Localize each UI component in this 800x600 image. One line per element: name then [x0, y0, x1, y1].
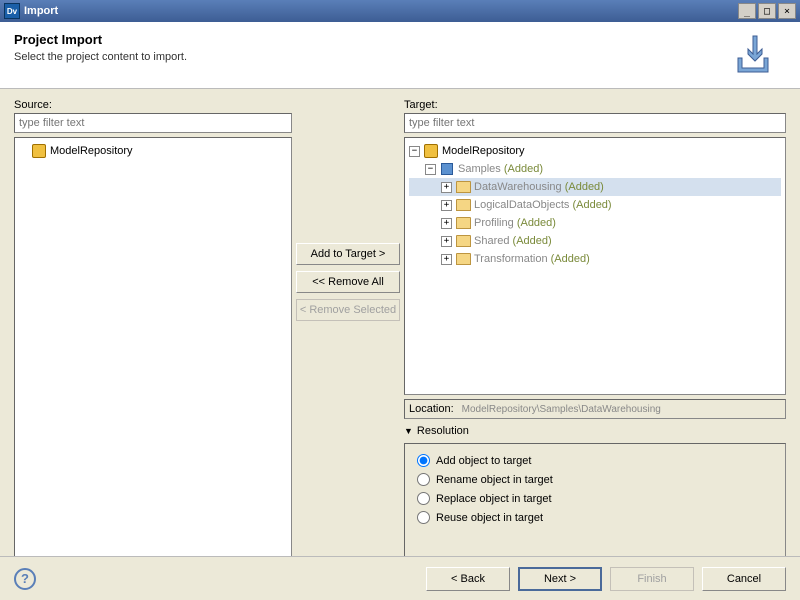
repository-icon: [423, 144, 439, 158]
folder-label: Profiling: [474, 217, 514, 229]
target-samples-node[interactable]: − Samples (Added): [409, 160, 781, 178]
target-panel: Target: − ModelRepository − Samples (Add…: [404, 99, 786, 561]
finish-button: Finish: [610, 567, 694, 591]
added-badge: (Added): [513, 235, 552, 247]
collapse-icon[interactable]: −: [425, 164, 436, 175]
samples-label: Samples: [458, 163, 501, 175]
radio-rename[interactable]: [417, 473, 430, 486]
import-icon: [734, 32, 776, 74]
folder-icon: [455, 198, 471, 212]
help-button[interactable]: ?: [14, 568, 36, 590]
samples-icon: [439, 162, 455, 176]
back-button[interactable]: < Back: [426, 567, 510, 591]
wizard-footer: ? < Back Next > Finish Cancel: [0, 556, 800, 600]
resolution-label: Resolution: [417, 425, 469, 437]
remove-selected-button: < Remove Selected: [296, 299, 400, 321]
expand-icon[interactable]: +: [441, 254, 452, 265]
target-root-label: ModelRepository: [442, 145, 525, 157]
folder-label: Shared: [474, 235, 509, 247]
expand-icon[interactable]: +: [441, 218, 452, 229]
target-folder-node[interactable]: + Transformation (Added): [409, 250, 781, 268]
minimize-button[interactable]: _: [738, 3, 756, 19]
folder-icon: [455, 216, 471, 230]
folder-icon: [455, 252, 471, 266]
transfer-buttons: Add to Target > << Remove All < Remove S…: [292, 99, 404, 561]
cancel-button[interactable]: Cancel: [702, 567, 786, 591]
remove-all-button[interactable]: << Remove All: [296, 271, 400, 293]
chevron-down-icon: ▼: [404, 426, 413, 436]
resolution-option-replace[interactable]: Replace object in target: [417, 492, 773, 505]
added-badge: (Added): [551, 253, 590, 265]
target-folder-node[interactable]: + Shared (Added): [409, 232, 781, 250]
resolution-option-reuse[interactable]: Reuse object in target: [417, 511, 773, 524]
folder-label: LogicalDataObjects: [474, 199, 569, 211]
target-folder-node[interactable]: + Profiling (Added): [409, 214, 781, 232]
page-title: Project Import: [14, 32, 734, 47]
add-to-target-button[interactable]: Add to Target >: [296, 243, 400, 265]
added-badge: (Added): [517, 217, 556, 229]
radio-reuse-label: Reuse object in target: [436, 512, 543, 524]
radio-replace-label: Replace object in target: [436, 493, 552, 505]
expand-icon[interactable]: +: [441, 236, 452, 247]
resolution-option-add[interactable]: Add object to target: [417, 454, 773, 467]
main-content: Source: ModelRepository Add to Target > …: [0, 89, 800, 561]
location-bar: Location: ModelRepository\Samples\DataWa…: [404, 399, 786, 419]
source-root-label: ModelRepository: [50, 145, 133, 157]
target-tree[interactable]: − ModelRepository − Samples (Added) + Dat…: [404, 137, 786, 395]
next-button[interactable]: Next >: [518, 567, 602, 591]
resolution-panel: Add object to target Rename object in ta…: [404, 443, 786, 561]
target-label: Target:: [404, 99, 786, 111]
folder-label: Transformation: [474, 253, 548, 265]
radio-add[interactable]: [417, 454, 430, 467]
repository-icon: [31, 144, 47, 158]
target-tree-root[interactable]: − ModelRepository: [409, 142, 781, 160]
target-folder-node[interactable]: + DataWarehousing (Added): [409, 178, 781, 196]
expand-icon[interactable]: +: [441, 182, 452, 193]
radio-add-label: Add object to target: [436, 455, 531, 467]
source-tree[interactable]: ModelRepository: [14, 137, 292, 561]
folder-icon: [455, 180, 471, 194]
wizard-header: Project Import Select the project conten…: [0, 22, 800, 89]
added-badge: (Added): [565, 181, 604, 193]
app-icon: Dv: [4, 3, 20, 19]
page-subtitle: Select the project content to import.: [14, 51, 734, 63]
source-label: Source:: [14, 99, 292, 111]
titlebar: Dv Import _ □ ×: [0, 0, 800, 22]
radio-replace[interactable]: [417, 492, 430, 505]
radio-reuse[interactable]: [417, 511, 430, 524]
target-folder-node[interactable]: + LogicalDataObjects (Added): [409, 196, 781, 214]
resolution-option-rename[interactable]: Rename object in target: [417, 473, 773, 486]
folder-icon: [455, 234, 471, 248]
maximize-button[interactable]: □: [758, 3, 776, 19]
radio-rename-label: Rename object in target: [436, 474, 553, 486]
source-tree-root[interactable]: ModelRepository: [19, 142, 287, 160]
added-badge: (Added): [572, 199, 611, 211]
resolution-toggle[interactable]: ▼ Resolution: [404, 425, 786, 437]
close-button[interactable]: ×: [778, 3, 796, 19]
expand-icon[interactable]: +: [441, 200, 452, 211]
source-filter-input[interactable]: [14, 113, 292, 133]
window-title: Import: [24, 5, 736, 17]
folder-label: DataWarehousing: [474, 181, 562, 193]
target-filter-input[interactable]: [404, 113, 786, 133]
collapse-icon[interactable]: −: [409, 146, 420, 157]
location-value: ModelRepository\Samples\DataWarehousing: [462, 404, 661, 415]
source-panel: Source: ModelRepository: [14, 99, 292, 561]
location-label: Location:: [409, 403, 454, 415]
added-badge: (Added): [504, 163, 543, 175]
